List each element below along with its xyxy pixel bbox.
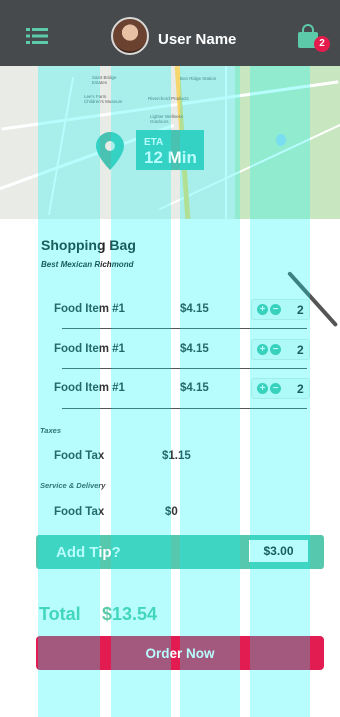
delivery-map[interactable]: Saint Bridge Estates Bon Ridge Station Le…	[0, 66, 340, 219]
service-delivery-label: Service & Delivery	[40, 481, 106, 490]
increment-button[interactable]: +	[257, 304, 268, 315]
quantity-stepper: + − 2	[251, 339, 310, 360]
service-fee-value: $0	[165, 506, 178, 518]
cart-count-badge: 2	[314, 36, 330, 52]
shopping-bag-section: Shopping Bag Best Mexican Richmond Food …	[0, 219, 340, 717]
add-tip-label: Add Tip?	[56, 544, 121, 561]
item-price: $4.15	[180, 343, 209, 355]
restaurant-name: Best Mexican Richmond	[41, 260, 134, 269]
tip-input[interactable]	[249, 540, 308, 562]
total-label: Total	[39, 604, 81, 624]
item-quantity: 2	[297, 382, 304, 396]
eta-label: ETA	[144, 137, 164, 148]
page-title: Shopping Bag	[41, 237, 136, 253]
item-name: Food Item #1	[54, 382, 125, 394]
decrement-button[interactable]: −	[270, 304, 281, 315]
taxes-label: Taxes	[40, 426, 61, 435]
user-name[interactable]: User Name	[158, 31, 236, 48]
service-fee-name: Food Tax	[54, 506, 105, 518]
item-name: Food Item #1	[54, 303, 125, 315]
tax-value: $1.15	[162, 450, 191, 462]
decrement-button[interactable]: −	[270, 383, 281, 394]
tax-name: Food Tax	[54, 450, 105, 462]
avatar[interactable]	[111, 17, 149, 55]
increment-button[interactable]: +	[257, 344, 268, 355]
increment-button[interactable]: +	[257, 383, 268, 394]
total-value: $13.54	[102, 604, 158, 624]
hamburger-menu-icon[interactable]	[26, 28, 48, 44]
order-now-button[interactable]: Order Now	[36, 636, 324, 670]
decrement-button[interactable]: −	[270, 344, 281, 355]
divider	[62, 408, 307, 409]
item-quantity: 2	[297, 303, 304, 317]
location-pin-icon[interactable]	[96, 132, 124, 170]
eta-value: 12 Min	[144, 148, 197, 167]
item-name: Food Item #1	[54, 343, 125, 355]
quantity-stepper: + − 2	[251, 378, 310, 399]
divider	[62, 368, 307, 369]
app-header: User Name 2	[0, 0, 340, 66]
tip-bar: Add Tip?	[36, 535, 324, 569]
divider	[62, 328, 307, 329]
item-price: $4.15	[180, 303, 209, 315]
item-quantity: 2	[297, 343, 304, 357]
quantity-stepper: + − 2	[251, 299, 310, 320]
eta-box: ETA 12 Min	[136, 130, 204, 170]
item-price: $4.15	[180, 382, 209, 394]
